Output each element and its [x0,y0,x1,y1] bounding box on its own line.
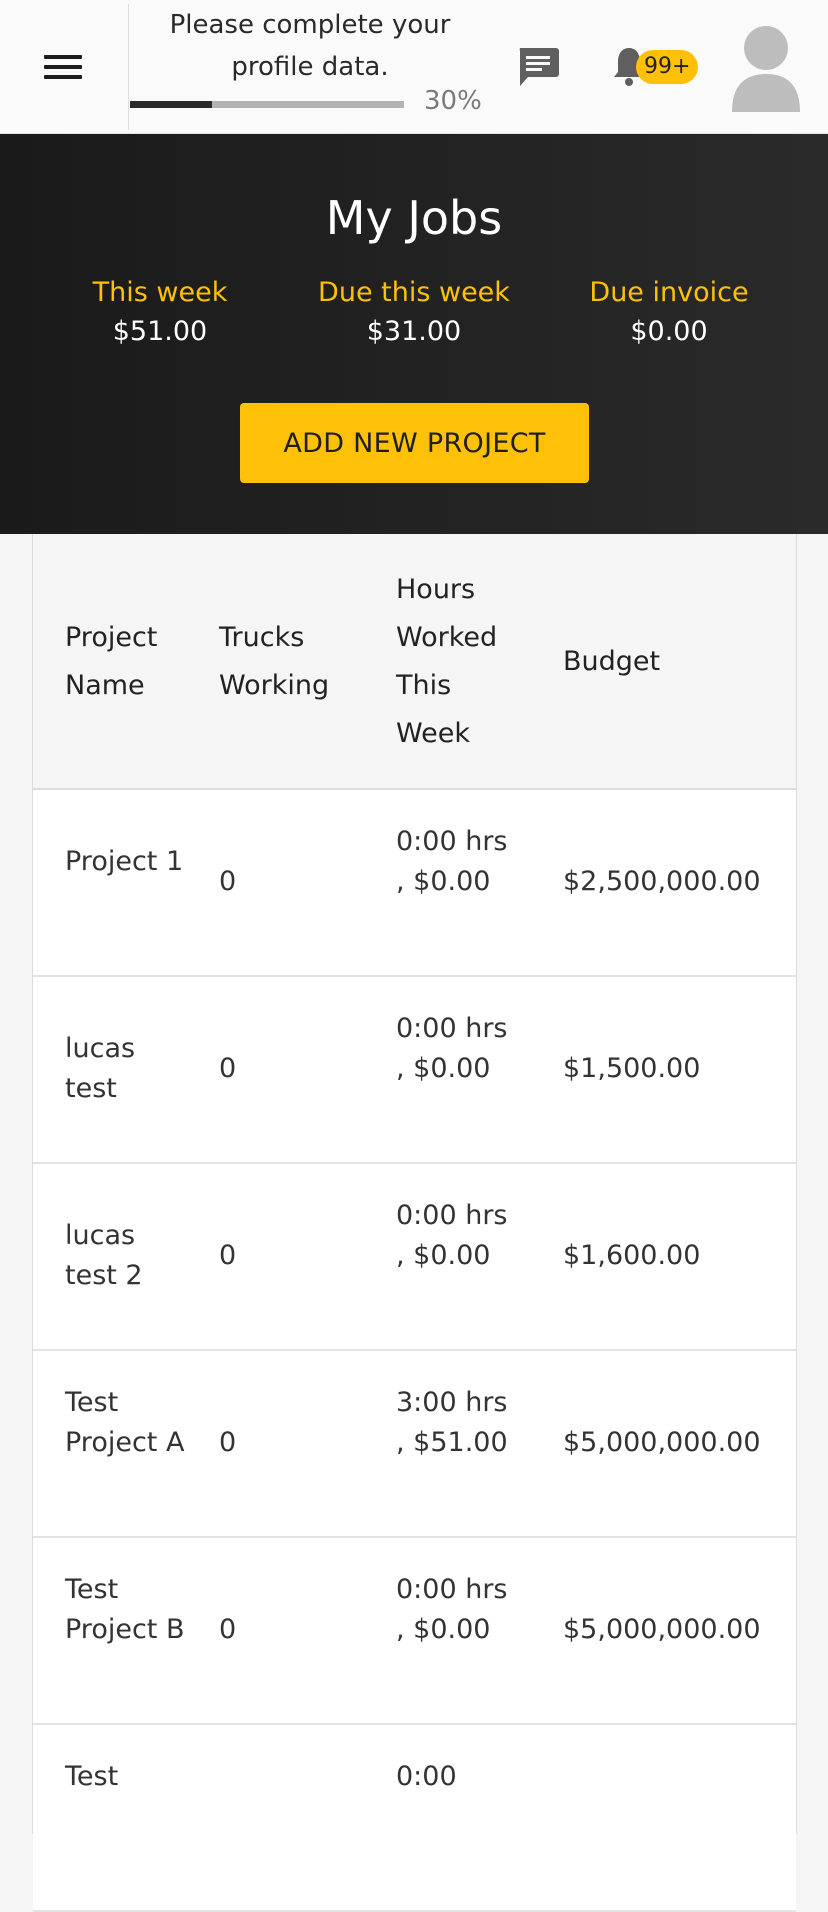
hours-cell: 3:00 hrs , $51.00 [396,1387,508,1458]
budget-cell: $5,000,000.00 [563,1427,761,1458]
table-row[interactable]: Project 1 0 0:00 hrs , $0.00 $2,500,000.… [33,790,796,977]
table-row[interactable]: Test 0:00 [33,1725,796,1912]
stat-value: $31.00 [366,316,462,347]
trucks-cell: 0 [219,1240,237,1271]
table-row[interactable]: lucas test 2 0 0:00 hrs , $0.00 $1,600.0… [33,1164,796,1351]
stat-value: $51.00 [112,316,208,347]
stat-due-invoice: Due invoice $0.00 [554,274,784,352]
table-row[interactable]: Test Project B 0 0:00 hrs , $0.00 $5,000… [33,1538,796,1725]
profile-progress-fill [130,101,213,108]
project-name-cell[interactable]: Test Project B [65,1570,185,1650]
hours-cell: 0:00 [396,1761,457,1792]
budget-cell: $5,000,000.00 [563,1614,761,1645]
hours-cell: 0:00 hrs , $0.00 [396,1013,508,1084]
column-header-trucks-working[interactable]: Trucks Working [219,614,349,710]
project-name-cell[interactable]: Test Project A [65,1383,185,1463]
project-name-cell[interactable]: Test [65,1757,185,1797]
hours-cell: 0:00 hrs , $0.00 [396,1574,508,1645]
profile-progress-percent: 30% [424,86,482,116]
chat-icon[interactable] [516,46,560,88]
stat-due-this-week: Due this week $31.00 [299,274,529,352]
page-title: My Jobs [325,191,503,245]
divider [128,4,129,130]
notifications-button[interactable]: 99+ [612,44,699,90]
jobs-summary-header: My Jobs This week $51.00 Due this week $… [0,134,828,534]
project-name-cell[interactable]: lucas test 2 [65,1216,185,1296]
notification-count-badge: 99+ [636,50,699,84]
hamburger-menu-icon[interactable] [44,52,84,80]
column-header-hours-worked[interactable]: Hours Worked This Week [396,566,516,758]
budget-cell: $1,600.00 [563,1240,701,1271]
top-bar: Please complete your profile data. 30% 9… [0,0,828,134]
trucks-cell: 0 [219,1427,237,1458]
table-row[interactable]: lucas test 0 0:00 hrs , $0.00 $1,500.00 [33,977,796,1164]
profile-progress-bar [130,101,404,108]
column-header-project-name[interactable]: Project Name [65,614,195,710]
stat-value: $0.00 [630,316,708,347]
stat-this-week: This week $51.00 [45,274,275,352]
stat-label: Due this week [318,277,510,308]
table-row[interactable]: Test Project A 0 3:00 hrs , $51.00 $5,00… [33,1351,796,1538]
add-new-project-button[interactable]: ADD NEW PROJECT [240,403,589,483]
hours-cell: 0:00 hrs , $0.00 [396,826,508,897]
projects-table: Project Name Trucks Working Hours Worked… [32,534,797,1912]
hours-cell: 0:00 hrs , $0.00 [396,1200,508,1271]
budget-cell: $2,500,000.00 [563,866,761,897]
project-name-cell[interactable]: lucas test [65,1029,185,1109]
table-header: Project Name Trucks Working Hours Worked… [33,534,796,790]
profile-completion-message[interactable]: Please complete your profile data. [130,4,490,88]
column-header-budget[interactable]: Budget [563,638,660,686]
trucks-cell: 0 [219,1614,237,1645]
trucks-cell: 0 [219,866,237,897]
stat-label: Due invoice [589,277,749,308]
trucks-cell: 0 [219,1053,237,1084]
avatar-icon[interactable] [728,22,804,112]
budget-cell: $1,500.00 [563,1053,701,1084]
stat-label: This week [92,277,228,308]
project-name-cell[interactable]: Project 1 [65,842,185,882]
